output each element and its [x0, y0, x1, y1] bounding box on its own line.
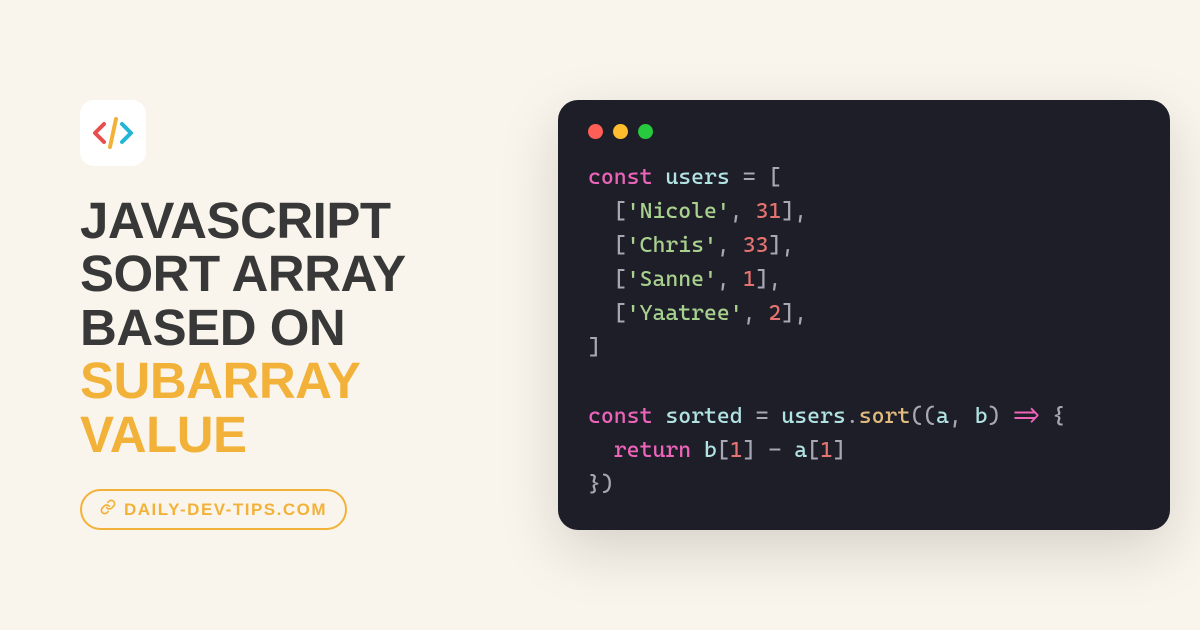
title-line-5: VALUE: [80, 406, 247, 463]
link-icon: [100, 499, 116, 520]
code-block: const users = [ ['Nicole', 31], ['Chris'…: [588, 161, 1140, 502]
site-logo: [80, 100, 146, 166]
title-line-3: BASED ON: [80, 299, 345, 356]
window-controls: [588, 124, 1140, 139]
window-minimize-icon: [613, 124, 628, 139]
site-badge: DAILY-DEV-TIPS.COM: [80, 489, 347, 530]
code-window: const users = [ ['Nicole', 31], ['Chris'…: [558, 100, 1170, 530]
window-maximize-icon: [638, 124, 653, 139]
title-line-2: SORT ARRAY: [80, 245, 406, 302]
title-line-4: SUBARRAY: [80, 352, 360, 409]
code-slash-icon: [91, 111, 135, 155]
badge-text: DAILY-DEV-TIPS.COM: [124, 500, 327, 520]
title-line-1: JAVASCRIPT: [80, 192, 391, 249]
window-close-icon: [588, 124, 603, 139]
